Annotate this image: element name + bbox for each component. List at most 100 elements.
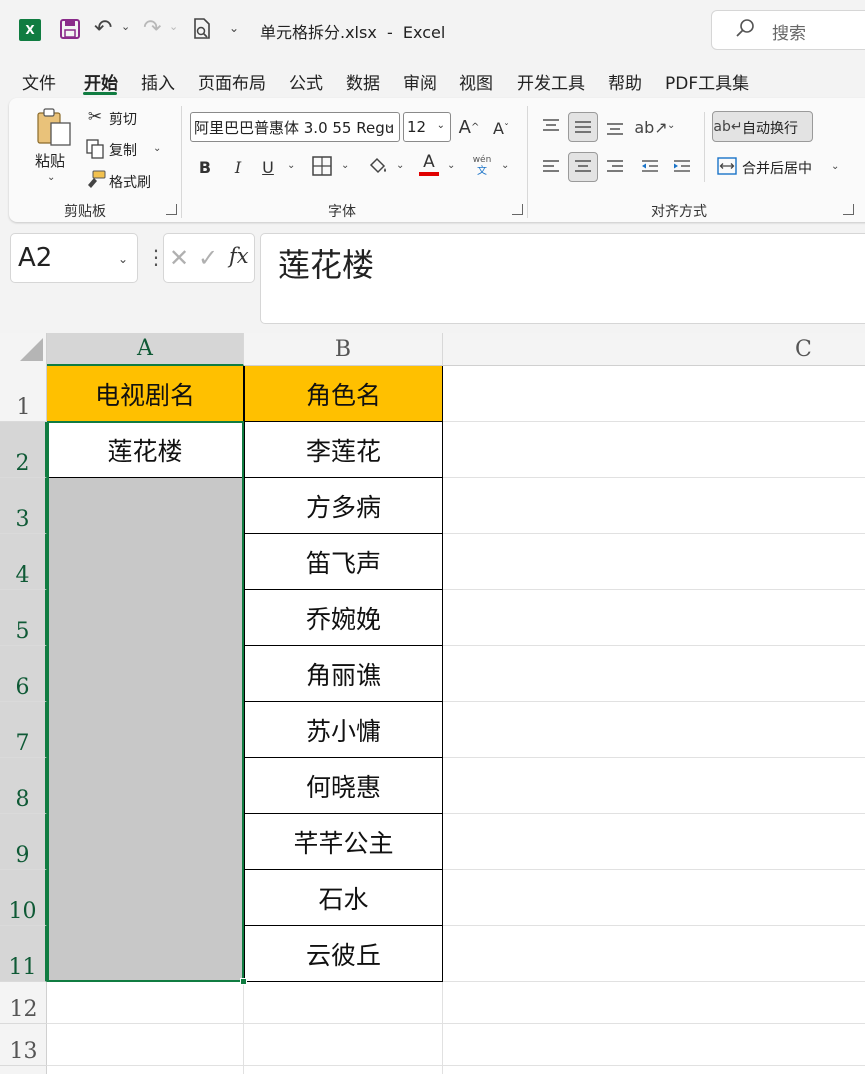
window-title: 单元格拆分.xlsx - Excel [260, 23, 446, 42]
customize-qat-icon[interactable]: ⌄ [229, 21, 239, 35]
print-preview-icon[interactable] [192, 18, 212, 40]
tab-page-layout[interactable]: 页面布局 [198, 69, 266, 94]
format-painter-icon[interactable] [84, 170, 106, 190]
tab-pdf-tools[interactable]: PDF工具集 [665, 69, 749, 94]
insert-function-button[interactable]: fx [229, 244, 249, 268]
row-header-12[interactable]: 12 [0, 982, 47, 1024]
align-right-icon[interactable] [603, 155, 627, 179]
alignment-launcher-icon[interactable] [843, 204, 854, 215]
italic-button[interactable]: I [228, 154, 248, 180]
cell-b5[interactable]: 乔婉娩 [244, 590, 443, 646]
merge-center-dropdown-icon[interactable]: ⌄ [831, 161, 839, 172]
undo-icon[interactable]: ↶ [94, 16, 112, 41]
column-header-b[interactable]: B [244, 333, 443, 366]
row-header-5[interactable]: 5 [0, 590, 47, 646]
font-size-combo[interactable]: 12 ⌄ [403, 112, 451, 142]
merge-center-icon[interactable] [716, 155, 738, 177]
name-box-dropdown-icon[interactable]: ⌄ [118, 252, 128, 266]
cell-b1[interactable]: 角色名 [244, 366, 443, 422]
formula-text: 莲花楼 [278, 246, 375, 284]
paste-icon[interactable] [33, 106, 75, 148]
underline-dropdown-icon[interactable]: ⌄ [287, 160, 295, 171]
cut-button[interactable]: 剪切 [109, 109, 137, 129]
copy-button[interactable]: 复制 [109, 140, 137, 160]
fill-color-dropdown-icon[interactable]: ⌄ [396, 160, 404, 171]
font-color-dropdown-icon[interactable]: ⌄ [447, 160, 455, 171]
row-header-3[interactable]: 3 [0, 478, 47, 534]
row-header-2[interactable]: 2 [0, 422, 47, 478]
select-all-triangle-icon [20, 338, 43, 361]
row-header-7[interactable]: 7 [0, 702, 47, 758]
font-launcher-icon[interactable] [512, 204, 523, 215]
orientation-icon[interactable]: ab↗ [634, 114, 667, 140]
shrink-font-icon[interactable]: Aˇ [490, 116, 512, 140]
orientation-dropdown-icon[interactable]: ⌄ [667, 120, 675, 131]
row-header-8[interactable]: 8 [0, 758, 47, 814]
merge-center-button[interactable]: 合并后居中 [742, 158, 812, 178]
paste-button[interactable]: 粘贴 [35, 150, 65, 171]
phonetic-top-label: wén [472, 155, 492, 165]
phonetic-guide-icon[interactable]: wén 文 [470, 153, 494, 179]
paste-dropdown-icon[interactable]: ⌄ [47, 172, 55, 183]
row-header-6[interactable]: 6 [0, 646, 47, 702]
align-bottom-icon[interactable] [603, 116, 627, 140]
tab-home[interactable]: 开始 [84, 69, 118, 94]
tab-review[interactable]: 审阅 [403, 69, 437, 94]
cell-b4[interactable]: 笛飞声 [244, 534, 443, 590]
bold-button[interactable]: B [195, 154, 215, 180]
align-middle-icon[interactable] [568, 112, 598, 142]
column-header-c[interactable]: C [443, 333, 865, 366]
row-header-4[interactable]: 4 [0, 534, 47, 590]
cell-b7[interactable]: 苏小慵 [244, 702, 443, 758]
underline-button[interactable]: U [258, 154, 278, 180]
row-header-11[interactable]: 11 [0, 926, 47, 982]
phonetic-dropdown-icon[interactable]: ⌄ [501, 160, 509, 171]
decrease-indent-icon[interactable] [638, 155, 662, 179]
tab-developer[interactable]: 开发工具 [517, 69, 585, 94]
redo-dropdown-icon: ⌄ [169, 20, 179, 33]
copy-dropdown-icon[interactable]: ⌄ [153, 143, 161, 154]
cell-b2[interactable]: 李莲花 [244, 422, 443, 478]
align-left-icon[interactable] [539, 155, 563, 179]
tab-help[interactable]: 帮助 [608, 69, 642, 94]
fill-handle[interactable] [240, 978, 247, 985]
borders-icon[interactable] [311, 155, 333, 177]
align-top-icon[interactable] [539, 114, 563, 138]
font-color-icon[interactable]: A [418, 152, 440, 178]
row-header-1[interactable]: 1 [0, 366, 47, 422]
font-name-combo[interactable]: 阿里巴巴普惠体 3.0 55 Regu ⌄ [190, 112, 400, 142]
row-header-13[interactable]: 13 [0, 1024, 47, 1066]
tab-view[interactable]: 视图 [459, 69, 493, 94]
cell-b10[interactable]: 石水 [244, 870, 443, 926]
undo-dropdown-icon[interactable]: ⌄ [121, 20, 130, 33]
wrap-text-label: 自动换行 [742, 121, 798, 137]
font-name-dropdown-icon[interactable]: ⌄ [386, 120, 394, 131]
tab-data[interactable]: 数据 [346, 69, 380, 94]
cell-b6[interactable]: 角丽谯 [244, 646, 443, 702]
cell-a1[interactable]: 电视剧名 [47, 366, 244, 422]
tab-file[interactable]: 文件 [22, 69, 56, 94]
format-painter-button[interactable]: 格式刷 [109, 172, 151, 192]
clipboard-launcher-icon[interactable] [166, 204, 177, 215]
save-icon[interactable] [60, 19, 80, 39]
tab-insert[interactable]: 插入 [141, 69, 175, 94]
row-header-9[interactable]: 9 [0, 814, 47, 870]
tab-formulas[interactable]: 公式 [289, 69, 323, 94]
enter-icon: ✓ [198, 244, 219, 272]
increase-indent-icon[interactable] [670, 155, 694, 179]
cell-b9[interactable]: 芊芊公主 [244, 814, 443, 870]
font-size-dropdown-icon[interactable]: ⌄ [437, 120, 445, 131]
cell-b11[interactable]: 云彼丘 [244, 926, 443, 982]
fill-color-icon[interactable] [366, 153, 390, 179]
copy-icon[interactable] [85, 139, 105, 159]
grow-font-icon[interactable]: A ^ [457, 114, 481, 140]
align-center-icon[interactable] [568, 152, 598, 182]
row-header-10[interactable]: 10 [0, 870, 47, 926]
cut-icon[interactable]: ✂ [85, 107, 105, 127]
cell-b8[interactable]: 何晓惠 [244, 758, 443, 814]
cell-b3[interactable]: 方多病 [244, 478, 443, 534]
borders-dropdown-icon[interactable]: ⌄ [341, 160, 349, 171]
selected-range-a3-a11[interactable] [47, 478, 244, 982]
cell-a2[interactable]: 莲花楼 [47, 422, 244, 478]
column-header-a[interactable]: A [47, 333, 244, 366]
